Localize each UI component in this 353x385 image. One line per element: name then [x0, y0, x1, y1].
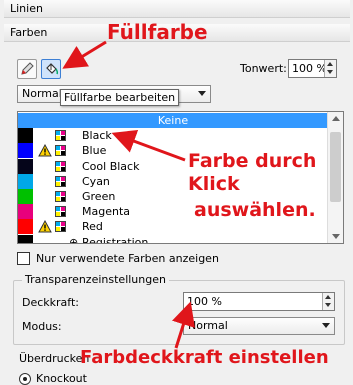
arrow-to-opacity	[172, 301, 195, 349]
arrow-to-swatch-list	[111, 129, 186, 162]
arrow-to-fill-button	[62, 40, 107, 69]
annotation-arrows	[62, 40, 195, 349]
